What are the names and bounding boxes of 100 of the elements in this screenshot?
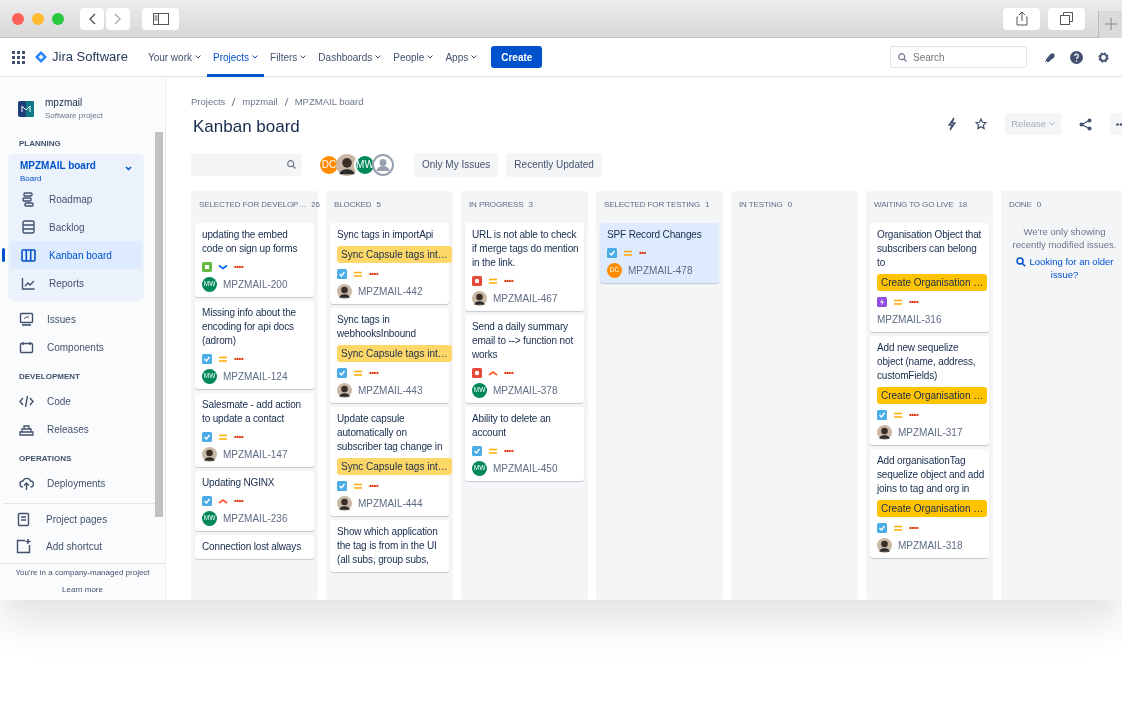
- issue-key[interactable]: MPZMAIL-147: [223, 446, 288, 462]
- issue-card[interactable]: Organisation Object that subscribers can belong to Create Organisation … •••• MPZMAIL-316: [870, 222, 989, 332]
- nav-menu-item[interactable]: Filters: [264, 37, 313, 77]
- product-name[interactable]: Jira Software: [52, 47, 128, 67]
- issue-card[interactable]: URL is not able to check if merge tags do mention in the link. •••• MPZMAIL-467: [465, 222, 584, 311]
- project-name[interactable]: mpzmail: [45, 95, 103, 110]
- breadcrumb-link[interactable]: MPZMAIL board: [294, 95, 364, 110]
- issue-card[interactable]: Salesmate - add action to update a contact •••• MPZMAIL-147: [195, 392, 314, 467]
- column-count: 5: [376, 198, 381, 211]
- column-title: SELECTED FOR TESTING: [604, 198, 701, 211]
- page-icon: [16, 512, 31, 528]
- issue-card[interactable]: Sync tags in importApi Sync Capsule tags int… •••• MPZMAIL-442: [330, 222, 449, 304]
- help-icon[interactable]: [1070, 50, 1083, 64]
- issue-title: Sync tags in webhooksInbound: [337, 312, 417, 341]
- lightning-icon[interactable]: [947, 117, 958, 132]
- issue-key[interactable]: MPZMAIL-450: [493, 460, 558, 476]
- task-icon: [877, 409, 887, 420]
- issue-key[interactable]: MPZMAIL-444: [358, 495, 423, 511]
- task-icon: [202, 353, 212, 364]
- board-subtitle: Board: [20, 173, 43, 185]
- lightning-icon: [877, 296, 887, 307]
- priority-medium-icon: [488, 276, 498, 285]
- issue-card[interactable]: Add organisationTag sequelize object and add joins to tag and org in Create Organisation … •••• MPZMAIL-318: [870, 448, 989, 558]
- share-icon[interactable]: [1079, 117, 1092, 131]
- sidebar-item[interactable]: Releases: [0, 415, 165, 443]
- nav-menu-item[interactable]: People: [387, 37, 440, 77]
- issue-key[interactable]: MPZMAIL-467: [493, 290, 558, 306]
- issue-key[interactable]: MPZMAIL-316: [877, 311, 942, 327]
- board-name[interactable]: MPZMAIL board: [20, 158, 125, 173]
- sidebar-item[interactable]: Project pages: [0, 506, 165, 534]
- story-icon: [202, 261, 212, 272]
- nav-menu-item[interactable]: Apps: [439, 37, 484, 77]
- issue-key[interactable]: MPZMAIL-236: [223, 510, 288, 526]
- column-title: SELECTED FOR DEVELOP…: [199, 198, 307, 211]
- issue-card[interactable]: Add new sequelize object (name, address, customFields) Create Organisation … •••• MPZMAIL-317: [870, 335, 989, 445]
- learn-more-link[interactable]: Learn more: [62, 583, 103, 596]
- issue-key[interactable]: MPZMAIL-317: [898, 424, 963, 440]
- search-field[interactable]: Search: [890, 46, 1027, 68]
- filter-button[interactable]: Recently Updated: [506, 152, 602, 177]
- issue-card[interactable]: Show which application the tag is from in the UI (all subs, group subs,: [330, 519, 449, 572]
- story-points: ••••: [369, 366, 379, 379]
- story-points: ••••: [369, 267, 379, 280]
- epic-label: Create Organisation …: [877, 499, 988, 517]
- priority-medium-icon: [218, 432, 228, 441]
- chevron-down-icon[interactable]: [125, 165, 132, 172]
- breadcrumb-link[interactable]: mpzmail: [242, 95, 278, 110]
- issue-key[interactable]: MPZMAIL-378: [493, 382, 558, 398]
- app-switcher-icon[interactable]: [12, 50, 25, 64]
- slash-icon: [283, 97, 289, 107]
- column-count: 18: [958, 198, 968, 211]
- issue-key[interactable]: MPZMAIL-443: [358, 382, 423, 398]
- issue-card[interactable]: Update capsule automatically on subscriber tag change in Sync Capsule tags int… •••• MPZMAIL-444: [330, 406, 449, 516]
- tabs-icon: [1060, 12, 1073, 25]
- user-icon[interactable]: [372, 153, 394, 176]
- sidebar-toggle-button[interactable]: [142, 7, 179, 30]
- sidebar-item[interactable]: Deployments: [0, 469, 165, 497]
- sidebar-item[interactable]: Backlog: [10, 213, 142, 241]
- user-avatar: [337, 283, 352, 299]
- issue-key[interactable]: MPZMAIL-200: [223, 276, 288, 292]
- breadcrumb-link[interactable]: Projects: [191, 95, 226, 110]
- issue-key[interactable]: MPZMAIL-442: [358, 283, 423, 299]
- column-count: 1: [705, 198, 710, 211]
- section-heading: PLANNING: [18, 138, 62, 150]
- issue-title: Add organisationTag sequelize object and add joins to tag and org in: [877, 453, 986, 496]
- nav-menu-item[interactable]: Projects: [207, 37, 265, 77]
- issue-card[interactable]: Sync tags in webhooksInbound Sync Capsule tags int… •••• MPZMAIL-443: [330, 307, 449, 403]
- column-count: 0: [1036, 198, 1042, 211]
- apps-grid-icon: [12, 50, 25, 64]
- nav-menu-item[interactable]: Your work: [141, 37, 207, 77]
- task-icon: [202, 431, 212, 442]
- sidebar-item[interactable]: Roadmap: [10, 185, 142, 213]
- sidebar-item[interactable]: Add shortcut: [0, 533, 165, 561]
- star-icon[interactable]: [975, 118, 988, 131]
- nav-menu-item[interactable]: Dashboards: [312, 37, 388, 77]
- sidebar-item[interactable]: Reports: [10, 269, 142, 297]
- issue-key[interactable]: MPZMAIL-318: [898, 537, 963, 553]
- create-button[interactable]: Create: [491, 46, 543, 68]
- sidebar-item[interactable]: Code: [0, 387, 165, 415]
- older-issue-link[interactable]: Looking for an older issue?: [1005, 254, 1122, 281]
- logo-icon: [35, 51, 47, 63]
- sidebar-item[interactable]: Issues: [0, 305, 165, 333]
- task-icon: [337, 480, 347, 491]
- user-avatar[interactable]: [336, 153, 358, 176]
- tabs-button[interactable]: [1048, 7, 1085, 30]
- epic-label: Sync Capsule tags int…: [337, 344, 452, 362]
- issue-title: Show which application the tag is from in the UI (all subs, group subs,: [337, 524, 439, 567]
- story-points: ••••: [504, 366, 514, 379]
- filter-button[interactable]: Only My Issues: [414, 152, 499, 177]
- chevron-down-icon: [1049, 122, 1055, 127]
- issue-card[interactable]: Connection lost always: [195, 534, 314, 559]
- sidebar-item[interactable]: Components: [0, 333, 165, 361]
- issue-key[interactable]: MPZMAIL-124: [223, 368, 288, 384]
- board-search-field[interactable]: [191, 153, 302, 176]
- epic-label: Sync Capsule tags int…: [337, 245, 452, 263]
- column-title: WAITING TO GO LIVE: [874, 198, 954, 211]
- footer-text: You're in a company-managed project: [14, 566, 151, 579]
- priority-medium-icon: [353, 368, 363, 377]
- scrollbar[interactable]: [155, 132, 163, 517]
- issue-key[interactable]: MPZMAIL-478: [628, 262, 693, 278]
- settings-icon[interactable]: [1097, 50, 1110, 64]
